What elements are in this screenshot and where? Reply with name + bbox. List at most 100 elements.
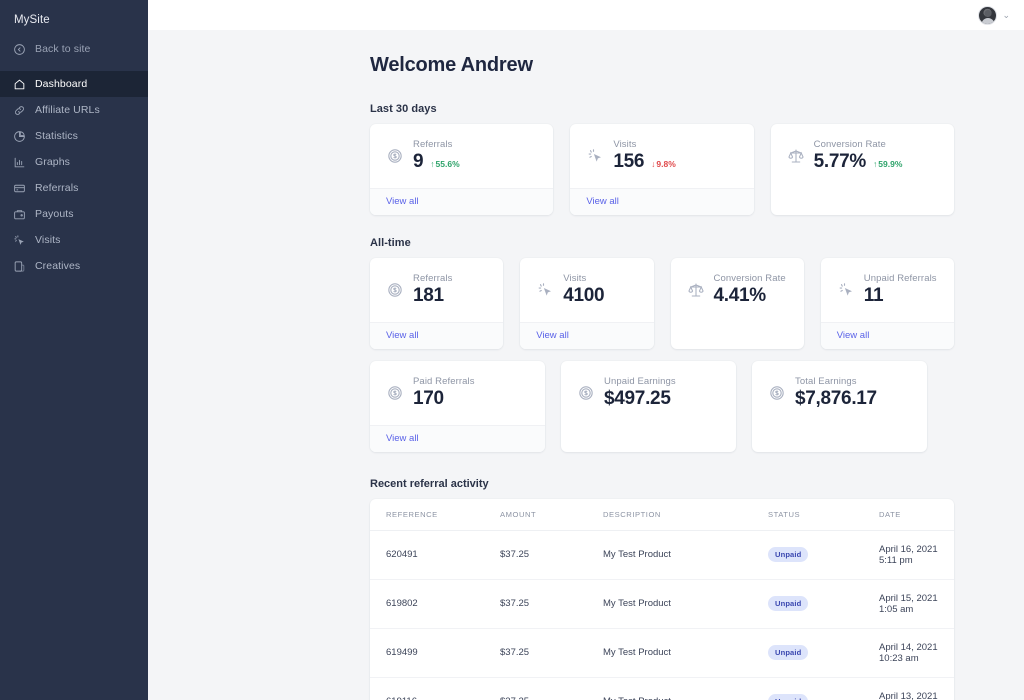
stat-card-visits-alltime[interactable]: Visits 4100 View all xyxy=(520,258,653,349)
cell-reference: 619802 xyxy=(370,579,500,628)
link-icon xyxy=(12,103,26,117)
arrow-left-circle-icon xyxy=(12,42,26,56)
stat-card-visits-30d[interactable]: Visits 156 ↓9.8% View all xyxy=(570,124,753,215)
cell-status: Unpaid xyxy=(768,579,879,628)
home-icon xyxy=(12,77,26,91)
cell-description: My Test Product xyxy=(603,677,768,700)
cell-reference: 619116 xyxy=(370,677,500,700)
scales-icon xyxy=(787,147,805,165)
sidebar-item-label: Graphs xyxy=(35,156,70,168)
stat-label: Referrals xyxy=(413,139,460,150)
all-time-cards-row-1: Referrals 181 View all xyxy=(370,258,954,349)
sidebar-item-label: Visits xyxy=(35,234,61,246)
stat-value: $497.25 xyxy=(604,388,676,410)
cursor-click-icon xyxy=(536,281,554,299)
table-row[interactable]: 620491 $37.25 My Test Product Unpaid Apr… xyxy=(370,530,954,579)
sidebar-item-back-to-site[interactable]: Back to site xyxy=(0,36,148,62)
stat-value: 9 xyxy=(413,151,423,173)
section-title-all-time: All-time xyxy=(370,237,954,249)
sidebar-item-creatives[interactable]: Creatives xyxy=(0,253,148,279)
stat-card-conversion-rate-30d[interactable]: Conversion Rate 5.77% ↑59.9% xyxy=(771,124,954,215)
sidebar-item-visits[interactable]: Visits xyxy=(0,227,148,253)
cell-amount: $37.25 xyxy=(500,677,603,700)
table-header: REFERENCE AMOUNT DESCRIPTION STATUS DATE xyxy=(370,499,954,531)
page-content: Welcome Andrew Last 30 days xyxy=(148,30,1024,700)
last-30-days-cards: Referrals 9 ↑55.6% View all xyxy=(370,124,954,215)
sidebar-item-statistics[interactable]: Statistics xyxy=(0,123,148,149)
stat-delta: ↑59.9% xyxy=(873,159,902,169)
sidebar-item-affiliate-urls[interactable]: Affiliate URLs xyxy=(0,97,148,123)
view-all-link[interactable]: View all xyxy=(570,188,753,215)
stat-card-unpaid-earnings[interactable]: Unpaid Earnings $497.25 xyxy=(561,361,736,452)
sidebar-item-referrals[interactable]: Referrals xyxy=(0,175,148,201)
sidebar-item-label: Referrals xyxy=(35,182,79,194)
sidebar-item-dashboard[interactable]: Dashboard xyxy=(0,71,148,97)
stat-label: Visits xyxy=(613,139,675,150)
view-all-link[interactable]: View all xyxy=(370,188,553,215)
cell-date: April 14, 2021 10:23 am xyxy=(879,628,954,677)
stat-card-referrals-alltime[interactable]: Referrals 181 View all xyxy=(370,258,503,349)
sidebar-item-label: Dashboard xyxy=(35,78,87,90)
stat-label: Visits xyxy=(563,273,604,284)
table-row[interactable]: 619116 $37.25 My Test Product Unpaid Apr… xyxy=(370,677,954,700)
cursor-click-icon xyxy=(12,233,26,247)
coin-dollar-icon xyxy=(577,384,595,402)
cell-date: April 15, 2021 1:05 am xyxy=(879,579,954,628)
sidebar: MySite Back to site Dashboard xyxy=(0,0,148,700)
stat-card-conversion-rate-alltime[interactable]: Conversion Rate 4.41% xyxy=(671,258,804,349)
column-header-status: STATUS xyxy=(768,499,879,531)
sidebar-item-payouts[interactable]: Payouts xyxy=(0,201,148,227)
stat-card-unpaid-referrals-alltime[interactable]: Unpaid Referrals 11 View all xyxy=(821,258,954,349)
cell-date: April 13, 2021 12:39 pm xyxy=(879,677,954,700)
cursor-click-icon xyxy=(586,147,604,165)
stat-label: Total Earnings xyxy=(795,376,877,387)
bar-chart-icon xyxy=(12,155,26,169)
stat-card-referrals-30d[interactable]: Referrals 9 ↑55.6% View all xyxy=(370,124,553,215)
stat-value: 181 xyxy=(413,285,452,307)
stat-label: Paid Referrals xyxy=(413,376,475,387)
view-all-link[interactable]: View all xyxy=(520,322,653,349)
cell-description: My Test Product xyxy=(603,628,768,677)
table-row[interactable]: 619499 $37.25 My Test Product Unpaid Apr… xyxy=(370,628,954,677)
stat-value: 156 xyxy=(613,151,644,173)
column-header-date: DATE xyxy=(879,499,954,531)
table-row[interactable]: 619802 $37.25 My Test Product Unpaid Apr… xyxy=(370,579,954,628)
card-icon xyxy=(12,181,26,195)
sidebar-item-label: Creatives xyxy=(35,260,80,272)
cell-amount: $37.25 xyxy=(500,530,603,579)
stat-label: Conversion Rate xyxy=(814,139,903,150)
stat-card-total-earnings[interactable]: Total Earnings $7,876.17 xyxy=(752,361,927,452)
cell-reference: 619499 xyxy=(370,628,500,677)
page-title: Welcome Andrew xyxy=(370,54,954,77)
cell-date: April 16, 2021 5:11 pm xyxy=(879,530,954,579)
view-all-link[interactable]: View all xyxy=(370,425,545,452)
coin-dollar-icon xyxy=(386,384,404,402)
sidebar-item-graphs[interactable]: Graphs xyxy=(0,149,148,175)
coin-dollar-icon xyxy=(386,281,404,299)
status-badge: Unpaid xyxy=(768,694,808,700)
arrow-up-icon: ↑ xyxy=(430,159,434,169)
stat-card-paid-referrals[interactable]: Paid Referrals 170 View all xyxy=(370,361,545,452)
arrow-up-icon: ↑ xyxy=(873,159,877,169)
scales-icon xyxy=(687,281,705,299)
cell-reference: 620491 xyxy=(370,530,500,579)
topbar: ⌄ xyxy=(148,0,1024,30)
cursor-click-icon xyxy=(837,281,855,299)
chevron-down-icon[interactable]: ⌄ xyxy=(1002,11,1010,20)
stat-value: 170 xyxy=(413,388,475,410)
avatar[interactable] xyxy=(978,6,997,25)
view-all-link[interactable]: View all xyxy=(370,322,503,349)
stat-label: Conversion Rate xyxy=(714,273,786,284)
stat-value: 11 xyxy=(864,285,937,307)
stat-label: Unpaid Earnings xyxy=(604,376,676,387)
table-header-row: REFERENCE AMOUNT DESCRIPTION STATUS DATE xyxy=(370,499,954,531)
view-all-link[interactable]: View all xyxy=(821,322,954,349)
stat-label: Unpaid Referrals xyxy=(864,273,937,284)
column-header-description: DESCRIPTION xyxy=(603,499,768,531)
main-area: ⌄ Welcome Andrew Last 30 days xyxy=(148,0,1024,700)
cell-amount: $37.25 xyxy=(500,579,603,628)
stat-label: Referrals xyxy=(413,273,452,284)
stat-value: 5.77% xyxy=(814,151,866,173)
sidebar-item-label: Statistics xyxy=(35,130,78,142)
sidebar-item-label: Payouts xyxy=(35,208,74,220)
